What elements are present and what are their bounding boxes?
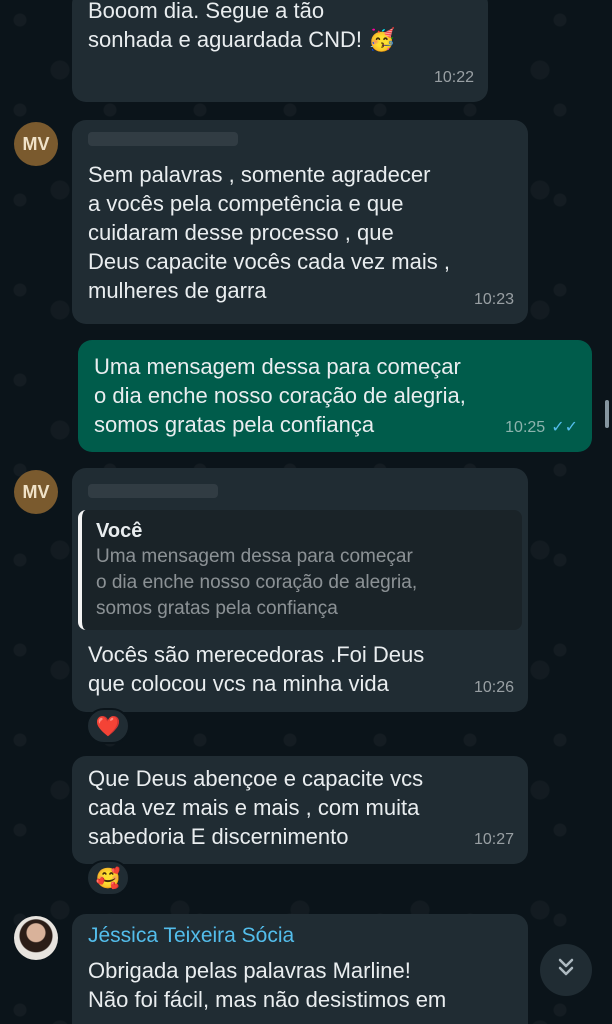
reaction-heart[interactable]: ❤️: [86, 708, 130, 744]
avatar[interactable]: MV: [14, 470, 58, 514]
avatar[interactable]: MV: [14, 122, 58, 166]
avatar-photo[interactable]: [14, 916, 58, 960]
double-chevron-down-icon: [555, 956, 577, 984]
message-time-value: 10:25: [505, 419, 546, 436]
sender-name[interactable]: Jéssica Teixeira Sócia: [88, 922, 512, 950]
message-text: Vocês são merecedoras .Foi Deus que colo…: [88, 642, 425, 696]
quote-author: Você: [96, 520, 143, 542]
message-time: 10:22: [433, 69, 474, 86]
message-time: 10:26: [473, 679, 514, 696]
redacted-sender-name: [88, 132, 238, 146]
quote-text: Uma mensagem dessa para começar o dia en…: [96, 546, 418, 619]
message-time: 10:23: [473, 291, 514, 308]
scroll-to-bottom-button[interactable]: [540, 944, 592, 996]
message-bubble[interactable]: Que Deus abençoe e capacite vcs cada vez…: [72, 756, 528, 864]
read-receipt-icon: ✓✓: [551, 419, 578, 436]
message-text: Sem palavras , somente agradecer a vocês…: [88, 162, 450, 303]
message-bubble[interactable]: Você Uma mensagem dessa para começar o d…: [72, 468, 528, 712]
message-text: Obrigada pelas palavras Marline! Não foi…: [88, 958, 447, 1012]
reaction-smiling-hearts[interactable]: 🥰: [86, 860, 130, 896]
message-text: Uma mensagem dessa para começar o dia en…: [94, 354, 466, 437]
message-time: 10:25 ✓✓: [505, 413, 578, 442]
message-bubble[interactable]: Booom dia. Segue a tão sonhada e aguarda…: [72, 0, 488, 102]
message-text: Booom dia. Segue a tão sonhada e aguarda…: [88, 0, 396, 52]
quoted-message[interactable]: Você Uma mensagem dessa para começar o d…: [78, 510, 522, 630]
message-bubble-outgoing[interactable]: Uma mensagem dessa para começar o dia en…: [78, 340, 592, 452]
message-text: Que Deus abençoe e capacite vcs cada vez…: [88, 766, 424, 849]
scrollbar-thumb[interactable]: [605, 400, 609, 428]
message-bubble[interactable]: Jéssica Teixeira Sócia Obrigada pelas pa…: [72, 914, 528, 1024]
message-bubble[interactable]: Sem palavras , somente agradecer a vocês…: [72, 120, 528, 324]
message-time: 10:27: [473, 831, 514, 848]
redacted-sender-name: [88, 484, 218, 498]
